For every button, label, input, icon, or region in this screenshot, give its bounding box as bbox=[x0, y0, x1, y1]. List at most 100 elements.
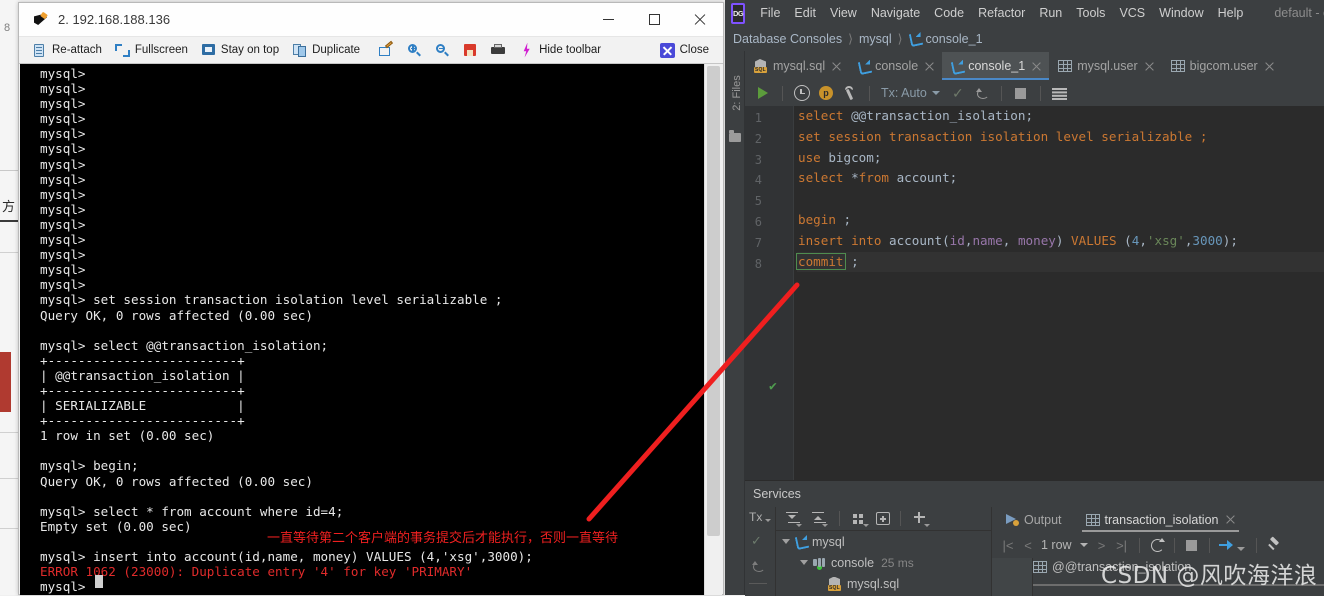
code-line-8[interactable]: commit ; bbox=[796, 251, 1324, 273]
history-button[interactable] bbox=[792, 83, 812, 103]
collapse-all-icon[interactable] bbox=[809, 510, 829, 528]
next-page-icon[interactable]: > bbox=[1092, 535, 1112, 555]
window-close-button[interactable] bbox=[677, 3, 723, 36]
terminal-scrollbar[interactable] bbox=[704, 64, 722, 595]
menu-file[interactable]: File bbox=[753, 4, 787, 22]
chevron-down-icon[interactable] bbox=[800, 560, 808, 565]
edit-button[interactable] bbox=[374, 39, 399, 61]
fullscreen-button[interactable]: Fullscreen bbox=[110, 39, 193, 61]
parameters-button[interactable]: p bbox=[816, 83, 836, 103]
zoom-in-button[interactable] bbox=[402, 39, 427, 61]
code-line-4[interactable]: select *from account; bbox=[797, 168, 1324, 189]
new-tab-icon[interactable] bbox=[876, 512, 890, 525]
close-icon[interactable] bbox=[832, 62, 841, 71]
first-page-icon[interactable]: |< bbox=[998, 535, 1018, 555]
grid-column-header[interactable]: @@transaction_isolation bbox=[1033, 560, 1191, 574]
breadcrumb[interactable]: Database Consoles ⟩ mysql ⟩ console_1 bbox=[725, 26, 1324, 51]
close-icon[interactable] bbox=[1145, 62, 1154, 71]
tab-bigcom-user[interactable]: bigcom.user bbox=[1162, 52, 1282, 80]
tx-commit-button[interactable] bbox=[1217, 535, 1237, 555]
services-tree-toolbar[interactable] bbox=[776, 507, 991, 531]
tab-console-1[interactable]: console_1 bbox=[942, 52, 1050, 80]
services-tree[interactable]: mysql console 25 ms SQL mysql.sql bbox=[776, 531, 991, 596]
tab-output[interactable]: Output bbox=[1000, 507, 1068, 532]
tool-window-stripe-left[interactable]: 2: Files bbox=[725, 51, 745, 595]
close-icon[interactable] bbox=[1032, 62, 1041, 71]
chevron-down-icon[interactable] bbox=[1236, 547, 1245, 551]
add-icon[interactable] bbox=[911, 510, 931, 528]
refresh-button[interactable] bbox=[1147, 535, 1167, 555]
services-tool-window[interactable]: Services Tx ✓ mysql console 25 ms SQL my… bbox=[745, 480, 1324, 596]
services-transaction-strip[interactable]: Tx ✓ bbox=[745, 507, 776, 596]
rollback-button[interactable] bbox=[972, 83, 992, 103]
chevron-down-icon[interactable] bbox=[765, 519, 771, 522]
code-line-6[interactable]: begin ; bbox=[797, 210, 1324, 231]
chevron-down-icon[interactable] bbox=[782, 539, 790, 544]
menu-code[interactable]: Code bbox=[927, 4, 971, 22]
menu-vcs[interactable]: VCS bbox=[1112, 4, 1152, 22]
menu-help[interactable]: Help bbox=[1211, 4, 1251, 22]
datagrip-window[interactable]: DG File Edit View Navigate Code Refactor… bbox=[725, 0, 1324, 596]
menu-navigate[interactable]: Navigate bbox=[864, 4, 927, 22]
menu-bar[interactable]: DG File Edit View Navigate Code Refactor… bbox=[725, 0, 1324, 26]
zoom-out-button[interactable] bbox=[430, 39, 455, 61]
menu-refactor[interactable]: Refactor bbox=[971, 4, 1032, 22]
result-tab-bar[interactable]: Output transaction_isolation bbox=[992, 507, 1324, 532]
close-icon[interactable] bbox=[1226, 515, 1235, 524]
commit-icon[interactable]: ✓ bbox=[751, 533, 762, 549]
close-icon[interactable] bbox=[925, 62, 934, 71]
prev-page-icon[interactable]: < bbox=[1018, 535, 1038, 555]
terminal-output[interactable]: mysql> mysql> mysql> mysql> mysql> mysql… bbox=[20, 64, 707, 595]
breadcrumb-mysql[interactable]: mysql bbox=[859, 32, 892, 46]
stop-button[interactable] bbox=[1011, 83, 1031, 103]
save-button[interactable] bbox=[458, 39, 483, 61]
chevron-down-icon[interactable] bbox=[1079, 543, 1088, 547]
sidebar-item-files[interactable]: 2: Files bbox=[731, 68, 743, 118]
window-minimize-button[interactable] bbox=[585, 3, 631, 36]
run-button[interactable] bbox=[753, 83, 773, 103]
result-toolbar[interactable]: |< < 1 row > >| bbox=[992, 532, 1324, 558]
code-line-7[interactable]: insert into account(id,name, money) VALU… bbox=[797, 231, 1324, 252]
expand-all-icon[interactable] bbox=[783, 510, 803, 528]
table-view-button[interactable] bbox=[1050, 83, 1070, 103]
stay-on-top-button[interactable]: Stay on top bbox=[196, 39, 284, 61]
commit-button[interactable]: ✓ bbox=[948, 83, 968, 103]
close-icon[interactable] bbox=[1265, 62, 1274, 71]
re-attach-button[interactable]: Re-attach bbox=[27, 39, 107, 61]
row-count-label[interactable]: 1 row bbox=[1041, 538, 1072, 552]
editor-tab-bar[interactable]: SQL mysql.sql console console_1 mysql.us… bbox=[745, 51, 1324, 81]
hide-toolbar-button[interactable]: Hide toolbar bbox=[514, 39, 606, 61]
tab-mysql-user[interactable]: mysql.user bbox=[1049, 52, 1161, 80]
window-maximize-button[interactable] bbox=[631, 3, 677, 36]
tab-mysql-sql[interactable]: SQL mysql.sql bbox=[745, 52, 849, 80]
tree-node-console[interactable]: console 25 ms bbox=[776, 552, 991, 573]
terminal-toolbar[interactable]: Re-attach Fullscreen Stay on top Duplica… bbox=[19, 37, 723, 64]
sql-editor[interactable]: 1 2 3 4 5 6 7 8 ✔ select @@transaction_isolatio… bbox=[745, 106, 1324, 480]
tree-node-mysql[interactable]: mysql bbox=[776, 531, 991, 552]
tx-mode-dropdown[interactable]: Tx: Auto bbox=[877, 86, 940, 100]
tree-node-mysql-sql[interactable]: SQL mysql.sql bbox=[776, 573, 991, 594]
result-grid[interactable]: @@transaction_isolation bbox=[992, 558, 1324, 596]
breadcrumb-console-1[interactable]: console_1 bbox=[926, 32, 983, 46]
code-content[interactable]: select @@transaction_isolation; set sessi… bbox=[796, 106, 1324, 273]
menu-tools[interactable]: Tools bbox=[1069, 4, 1112, 22]
last-page-icon[interactable]: >| bbox=[1112, 535, 1132, 555]
menu-edit[interactable]: Edit bbox=[787, 4, 823, 22]
code-line-5[interactable] bbox=[797, 189, 1324, 210]
duplicate-button[interactable]: Duplicate bbox=[287, 39, 365, 61]
code-line-2[interactable]: set session transaction isolation level … bbox=[797, 127, 1324, 148]
editor-gutter[interactable]: 1 2 3 4 5 6 7 8 bbox=[745, 106, 793, 480]
print-button[interactable] bbox=[486, 39, 511, 61]
rollback-icon[interactable] bbox=[751, 559, 765, 573]
folder-icon[interactable] bbox=[729, 130, 741, 142]
menu-view[interactable]: View bbox=[823, 4, 864, 22]
editor-toolbar[interactable]: p Tx: Auto ✓ bbox=[745, 80, 1324, 106]
breadcrumb-database-consoles[interactable]: Database Consoles bbox=[733, 32, 842, 46]
console-settings-button[interactable] bbox=[840, 83, 860, 103]
group-icon[interactable] bbox=[850, 510, 870, 528]
terminal-scrollbar-thumb[interactable] bbox=[707, 66, 720, 536]
terminal-close-button[interactable]: Close bbox=[655, 39, 714, 61]
menu-run[interactable]: Run bbox=[1032, 4, 1069, 22]
menu-window[interactable]: Window bbox=[1152, 4, 1210, 22]
terminal-window[interactable]: 2. 192.168.188.136 Re-attach Fullscreen … bbox=[18, 2, 724, 595]
